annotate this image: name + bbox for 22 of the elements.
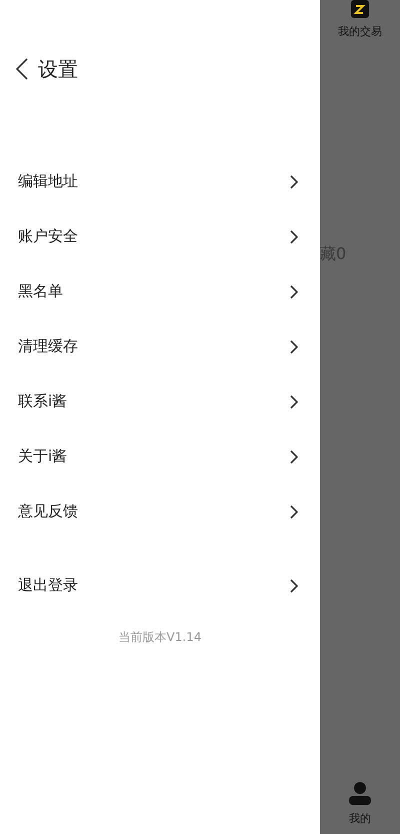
menu-item[interactable]: 黑名单: [0, 264, 320, 319]
person-icon: [349, 781, 371, 805]
menu-item[interactable]: 意见反馈: [0, 484, 320, 539]
chevron-right-icon: [290, 230, 298, 244]
menu-item[interactable]: 关于i酱: [0, 429, 320, 484]
chevron-right-icon: [290, 578, 298, 592]
version-text: 当前版本V1.14: [118, 629, 202, 646]
chevron-right-icon: [290, 340, 298, 354]
menu-item[interactable]: 编辑地址: [0, 154, 320, 209]
app-icon: [351, 0, 369, 18]
page-title: 设置: [38, 56, 78, 82]
logout-item[interactable]: 退出登录: [0, 558, 320, 613]
chevron-right-icon: [290, 174, 298, 188]
chevron-right-icon: [290, 284, 298, 298]
chevron-right-icon: [290, 450, 298, 464]
back-button[interactable]: [16, 58, 28, 80]
menu-item[interactable]: 账户安全: [0, 209, 320, 264]
chevron-right-icon: [290, 504, 298, 518]
menu-item[interactable]: 联系i酱: [0, 374, 320, 429]
menu-item[interactable]: 清理缓存: [0, 319, 320, 374]
chevron-right-icon: [290, 394, 298, 408]
back-icon: [16, 58, 28, 80]
